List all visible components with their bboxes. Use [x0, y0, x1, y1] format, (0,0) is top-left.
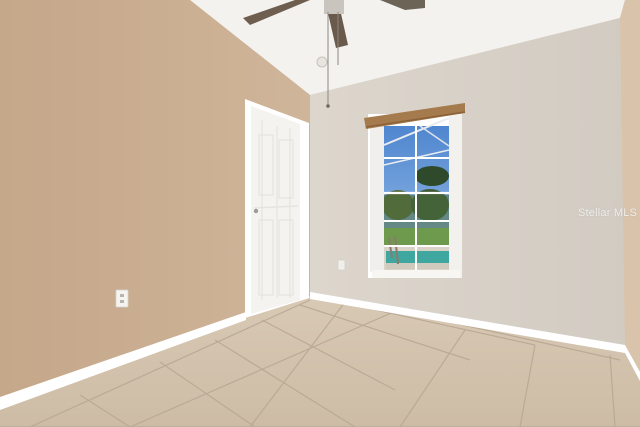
interior-door — [245, 99, 309, 318]
room-photo: Stellar MLS — [0, 0, 640, 427]
electrical-outlet-icon — [115, 289, 129, 308]
stellar-mls-watermark: Stellar MLS — [578, 207, 638, 219]
door-knob-icon — [253, 208, 259, 214]
window — [368, 114, 462, 278]
wall-outlet-back — [337, 259, 346, 271]
room-illustration — [0, 0, 640, 427]
